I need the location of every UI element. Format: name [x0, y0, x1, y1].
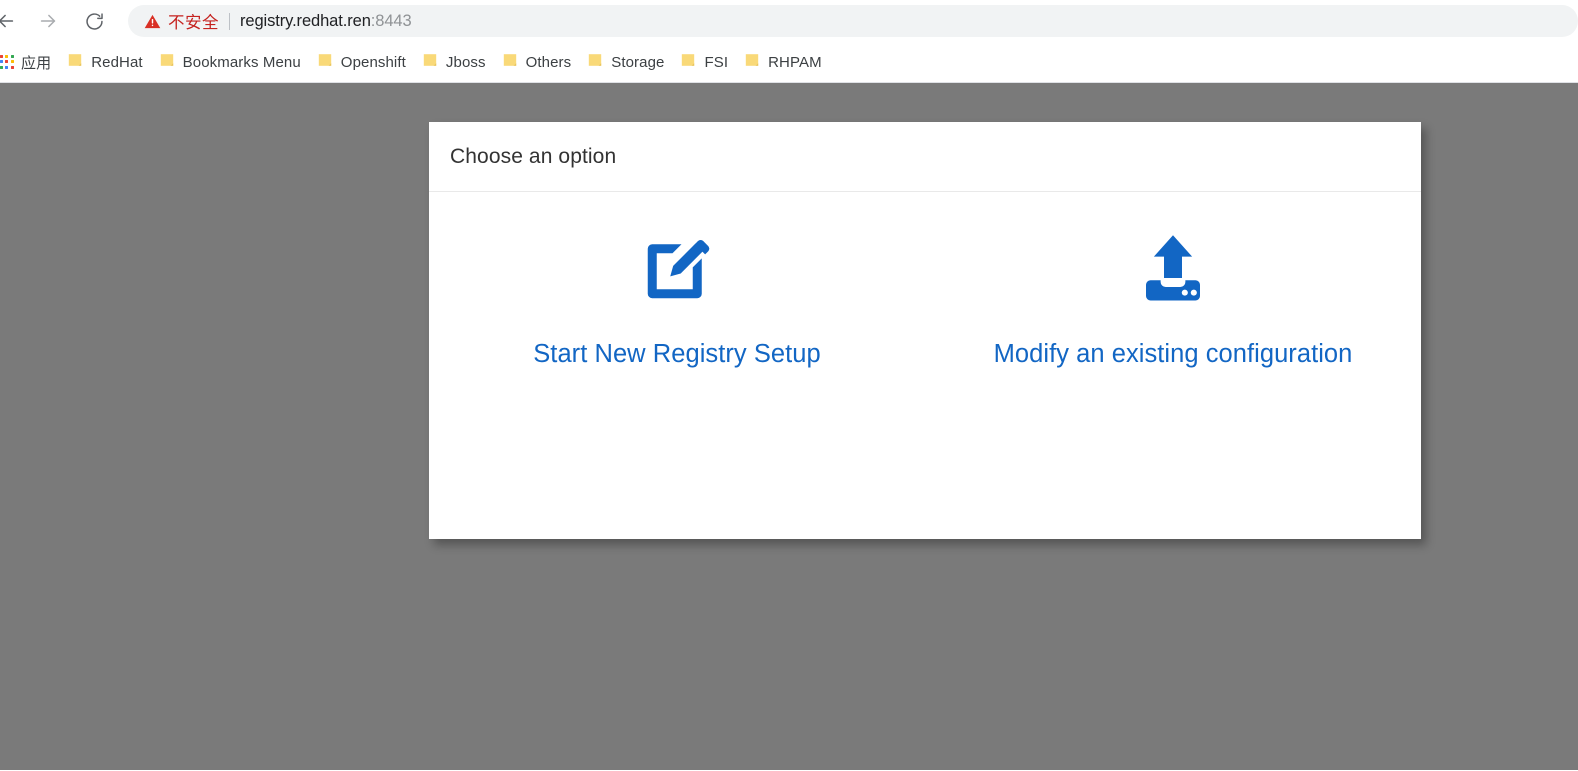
page-viewport: Choose an option Start New Registry Setu… — [0, 83, 1578, 770]
warning-triangle-icon — [144, 13, 168, 30]
dialog-body: Start New Registry Setup Modify an exist… — [429, 192, 1421, 538]
back-arrow-icon — [0, 10, 17, 32]
folder-icon — [422, 52, 438, 73]
bookmark-apps-shortcut[interactable]: 应用 — [0, 48, 59, 76]
choose-option-dialog: Choose an option Start New Registry Setu… — [429, 122, 1421, 539]
omnibox-separator — [229, 12, 230, 30]
back-button[interactable] — [0, 1, 26, 41]
security-status-chip[interactable]: 不安全 — [144, 9, 219, 33]
bookmark-label: Storage — [611, 53, 665, 71]
bookmark-label: RedHat — [91, 53, 143, 71]
reload-icon — [84, 11, 105, 32]
bookmark-item-storage[interactable]: Storage — [579, 48, 672, 76]
bookmark-item-others[interactable]: Others — [494, 48, 580, 76]
bookmarks-bar: 应用 RedHat Bookmarks Menu Openshift Jboss — [0, 42, 1578, 83]
browser-chrome: 不安全 registry.redhat.ren:8443 应用 RedHat B… — [0, 0, 1578, 83]
option-label[interactable]: Start New Registry Setup — [533, 340, 820, 369]
option-modify-existing-configuration[interactable]: Modify an existing configuration — [925, 228, 1421, 369]
option-label[interactable]: Modify an existing configuration — [994, 340, 1353, 369]
url-host: registry.redhat.ren — [240, 11, 371, 30]
bookmark-item-bookmarks-menu[interactable]: Bookmarks Menu — [151, 48, 309, 76]
bookmark-item-openshift[interactable]: Openshift — [309, 48, 414, 76]
reload-button[interactable] — [74, 1, 114, 41]
dialog-title: Choose an option — [450, 144, 617, 168]
folder-icon — [744, 52, 760, 73]
folder-icon — [67, 52, 83, 73]
bookmark-item-redhat[interactable]: RedHat — [59, 48, 150, 76]
bookmark-label: Bookmarks Menu — [182, 53, 301, 71]
bookmark-label: Jboss — [445, 53, 486, 71]
folder-icon — [587, 52, 603, 73]
upload-to-drive-icon — [1141, 228, 1205, 310]
apps-grid-icon — [0, 55, 14, 69]
dialog-header: Choose an option — [429, 122, 1421, 192]
bookmark-apps-label: 应用 — [21, 54, 52, 72]
browser-toolbar: 不安全 registry.redhat.ren:8443 — [0, 0, 1578, 42]
url-display[interactable]: registry.redhat.ren:8443 — [240, 12, 412, 31]
folder-icon — [159, 52, 175, 73]
bookmark-item-jboss[interactable]: Jboss — [414, 48, 494, 76]
address-bar[interactable]: 不安全 registry.redhat.ren:8443 — [128, 5, 1578, 37]
bookmark-label: Openshift — [340, 53, 406, 71]
url-port: :8443 — [370, 11, 412, 30]
forward-arrow-icon — [37, 10, 59, 32]
folder-icon — [317, 52, 333, 73]
security-status-text: 不安全 — [168, 14, 219, 32]
forward-button[interactable] — [28, 1, 68, 41]
option-start-new-registry-setup[interactable]: Start New Registry Setup — [429, 228, 925, 369]
folder-icon — [502, 52, 518, 73]
bookmark-item-rhpam[interactable]: RHPAM — [736, 48, 830, 76]
edit-pencil-square-icon — [641, 228, 713, 310]
bookmark-item-fsi[interactable]: FSI — [672, 48, 736, 76]
bookmark-label: RHPAM — [768, 53, 822, 71]
bookmark-label: Others — [525, 53, 572, 71]
bookmark-label: FSI — [704, 53, 729, 71]
folder-icon — [680, 52, 696, 73]
